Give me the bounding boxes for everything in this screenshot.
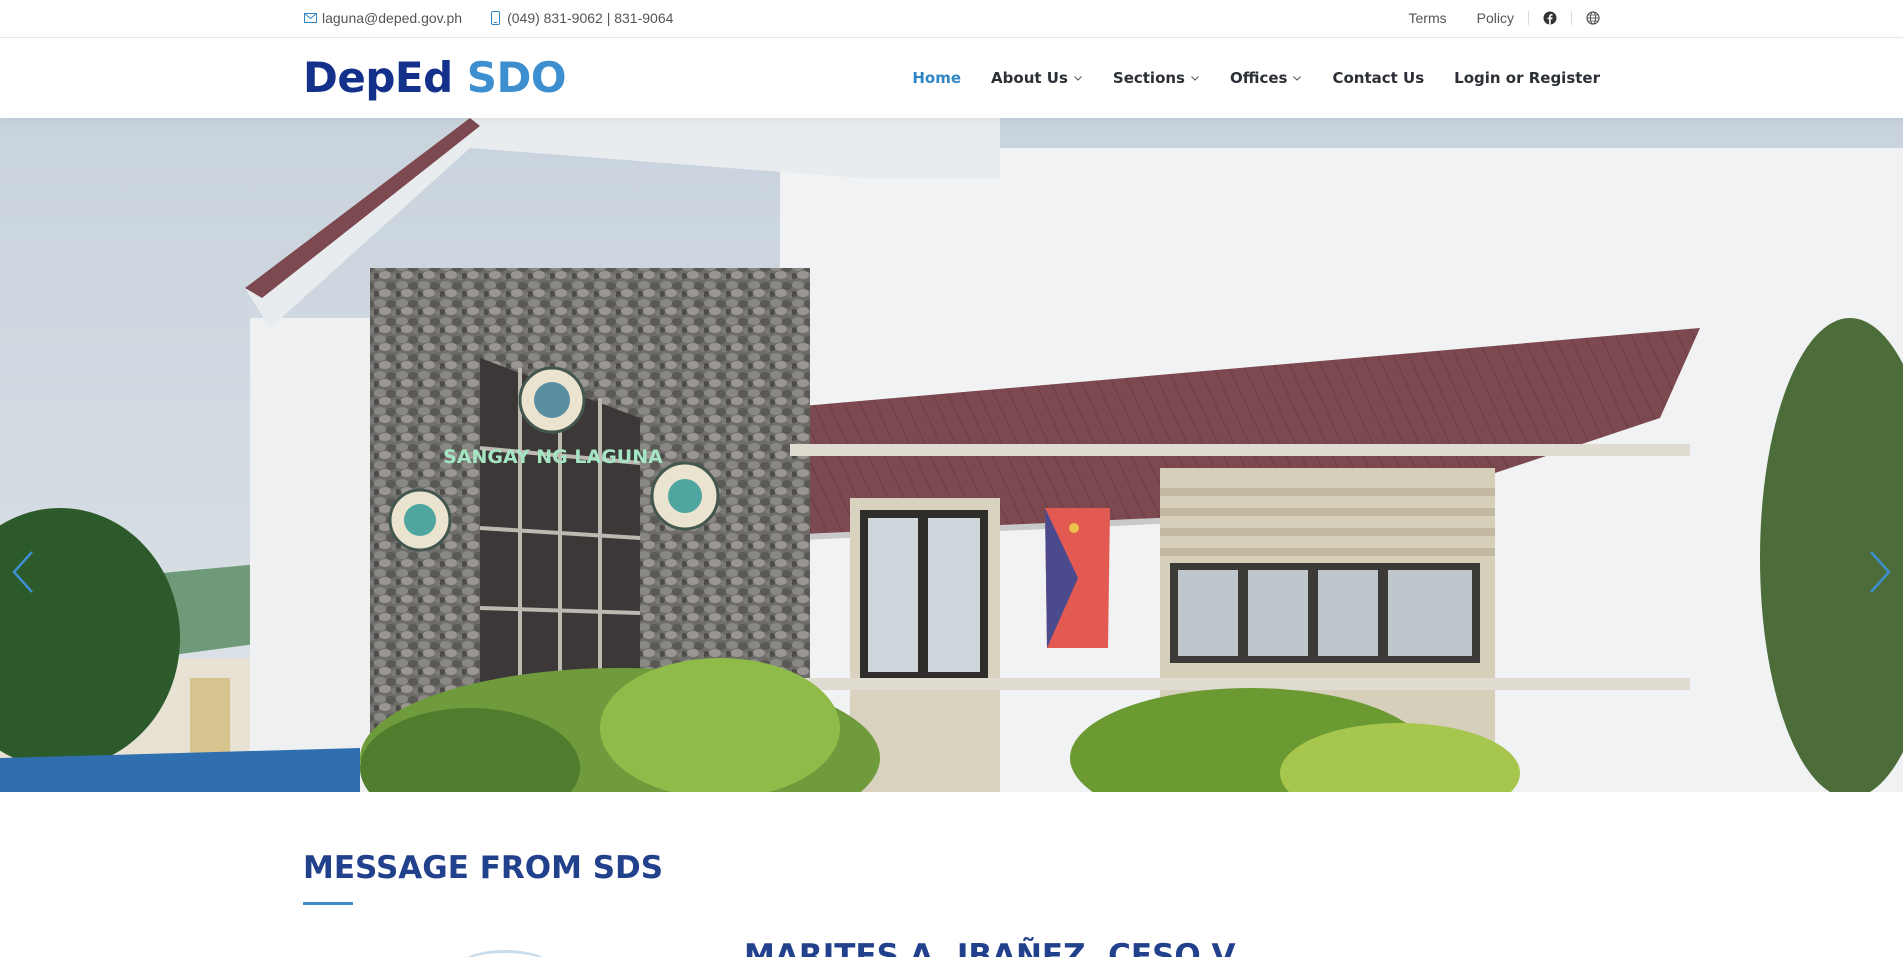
sign-text: SANGAY NG LAGUNA xyxy=(443,446,663,468)
avatar xyxy=(455,950,555,957)
nav-contact-us-label: Contact Us xyxy=(1332,69,1425,87)
facebook-icon[interactable] xyxy=(1543,11,1557,25)
chevron-down-icon xyxy=(1073,73,1083,83)
nav-home[interactable]: Home xyxy=(912,69,961,87)
contact-info: laguna@deped.gov.ph (049) 831-9062 | 831… xyxy=(303,10,699,26)
nav-login-register[interactable]: Login or Register xyxy=(1454,69,1600,87)
chevron-down-icon xyxy=(1190,73,1200,83)
phone-icon xyxy=(488,11,502,25)
nav-home-label: Home xyxy=(912,69,962,87)
site-header: DepEd SDO Home About Us Sections Offices… xyxy=(0,39,1903,118)
message-section: MESSAGE FROM SDS xyxy=(303,850,663,905)
nav-contact-us[interactable]: Contact Us xyxy=(1332,69,1424,87)
chevron-left-icon xyxy=(12,551,33,593)
hero-building-image: SANGAY NG LAGUNA xyxy=(0,118,1903,792)
logo-text-accent: SDO xyxy=(466,53,567,102)
nav-about-us[interactable]: About Us xyxy=(991,69,1083,87)
nav-login-register-label: Login or Register xyxy=(1454,69,1600,87)
carousel-next-button[interactable] xyxy=(1865,548,1893,596)
sds-name: MARITES A. IBAÑEZ, CESO V xyxy=(744,938,1236,957)
top-links: Terms Policy xyxy=(1409,10,1600,26)
nav-about-us-label: About Us xyxy=(991,69,1068,87)
mail-icon xyxy=(303,11,317,25)
phone-text: (049) 831-9062 | 831-9064 xyxy=(507,10,674,26)
policy-link[interactable]: Policy xyxy=(1477,10,1514,26)
terms-link[interactable]: Terms xyxy=(1409,10,1447,26)
divider xyxy=(1571,11,1572,25)
logo-text-primary: DepEd xyxy=(303,53,453,102)
phone-contact[interactable]: (049) 831-9062 | 831-9064 xyxy=(488,10,673,26)
divider xyxy=(1528,11,1529,25)
nav-sections[interactable]: Sections xyxy=(1113,69,1200,87)
main-nav: Home About Us Sections Offices Contact U… xyxy=(882,69,1600,87)
section-heading: MESSAGE FROM SDS xyxy=(303,850,664,886)
heading-underline xyxy=(303,902,353,905)
top-bar: laguna@deped.gov.ph (049) 831-9062 | 831… xyxy=(0,0,1903,38)
carousel-prev-button[interactable] xyxy=(10,548,38,596)
chevron-right-icon xyxy=(1870,551,1891,593)
globe-icon[interactable] xyxy=(1586,11,1600,25)
hero-carousel: SANGAY NG LAGUNA xyxy=(0,118,1903,792)
chevron-down-icon xyxy=(1292,73,1302,83)
email-text: laguna@deped.gov.ph xyxy=(322,10,463,26)
email-contact[interactable]: laguna@deped.gov.ph xyxy=(303,10,462,26)
nav-sections-label: Sections xyxy=(1112,69,1185,87)
nav-offices[interactable]: Offices xyxy=(1230,69,1302,87)
nav-offices-label: Offices xyxy=(1229,69,1288,87)
site-logo[interactable]: DepEd SDO xyxy=(303,53,567,102)
